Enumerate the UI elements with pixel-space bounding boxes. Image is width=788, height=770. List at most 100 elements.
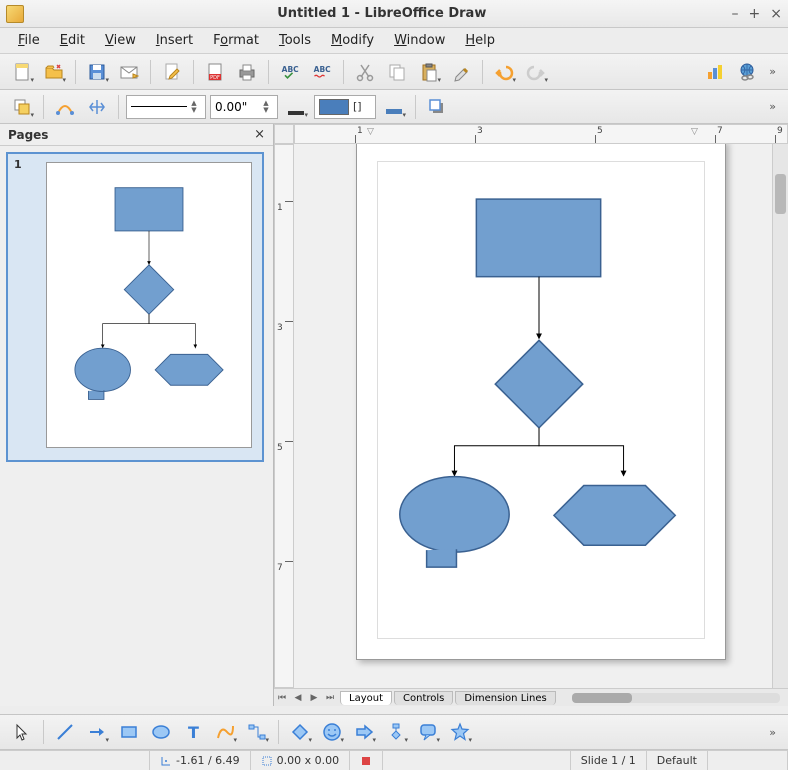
menu-tools[interactable]: Tools: [271, 30, 319, 51]
canvas-viewport[interactable]: [294, 144, 772, 688]
line-width-input[interactable]: 0.00" ▲▼: [210, 95, 278, 119]
flowchart-preparation-shape[interactable]: [554, 486, 675, 546]
pages-panel-body[interactable]: 1: [0, 146, 273, 706]
line-tool[interactable]: [51, 718, 79, 746]
line-style-preview: [131, 106, 187, 107]
scrollbar-thumb[interactable]: [572, 693, 632, 703]
separator: [343, 60, 344, 84]
horizontal-ruler-row: ▽ ▽ 1 1 3 5 7 9: [274, 124, 788, 144]
arrange-button[interactable]: [8, 93, 36, 121]
page-thumbnail[interactable]: 1: [6, 152, 264, 462]
drawing-page[interactable]: [356, 144, 726, 660]
tab-dimension-lines[interactable]: Dimension Lines: [455, 691, 555, 705]
rectangle-icon: [119, 722, 139, 742]
email-button[interactable]: [115, 58, 143, 86]
spellcheck-button[interactable]: ABC: [276, 58, 304, 86]
curve-tool[interactable]: [211, 718, 239, 746]
edit-points-button[interactable]: [51, 93, 79, 121]
glue-points-button[interactable]: [83, 93, 111, 121]
ellipse-tool[interactable]: [147, 718, 175, 746]
arrow-tool[interactable]: [83, 718, 111, 746]
select-tool[interactable]: [8, 718, 36, 746]
pages-panel-close[interactable]: ×: [254, 127, 265, 142]
toolbar-overflow[interactable]: »: [765, 100, 780, 113]
menu-help[interactable]: Help: [457, 30, 503, 51]
hyperlink-button[interactable]: [733, 58, 761, 86]
tab-nav-next[interactable]: ▶: [306, 690, 322, 706]
callouts-tool[interactable]: [414, 718, 442, 746]
minimize-button[interactable]: –: [732, 6, 739, 22]
block-arrows-tool[interactable]: [350, 718, 378, 746]
paste-button[interactable]: [415, 58, 443, 86]
undo-button[interactable]: [490, 58, 518, 86]
horizontal-ruler[interactable]: ▽ ▽ 1 1 3 5 7 9: [294, 124, 788, 144]
menu-file[interactable]: File: [10, 30, 48, 51]
line-color-button[interactable]: [282, 93, 310, 121]
flowchart-callout-shape[interactable]: [400, 477, 509, 553]
app-icon: [6, 5, 24, 23]
menu-modify[interactable]: Modify: [323, 30, 382, 51]
tab-nav-last[interactable]: ⏭: [322, 690, 338, 706]
print-button[interactable]: [233, 58, 261, 86]
menu-window[interactable]: Window: [386, 30, 453, 51]
separator: [482, 60, 483, 84]
flowchart-drawing[interactable]: [357, 144, 725, 659]
ruler-corner: [274, 124, 294, 144]
flowchart-callout-tail[interactable]: [427, 549, 457, 567]
menu-bar: File Edit View Insert Format Tools Modif…: [0, 28, 788, 54]
cut-button[interactable]: [351, 58, 379, 86]
tab-nav-prev[interactable]: ◀: [290, 690, 306, 706]
status-bar: -1.61 / 6.49 0.00 x 0.00 Slide 1 / 1 Def…: [0, 750, 788, 770]
area-style-selector[interactable]: []: [314, 95, 376, 119]
tab-nav-first[interactable]: ⏮: [274, 690, 290, 706]
chart-button[interactable]: [701, 58, 729, 86]
rectangle-tool[interactable]: [115, 718, 143, 746]
line-style-selector[interactable]: ▲▼: [126, 95, 206, 119]
toolbar-overflow[interactable]: »: [765, 65, 780, 78]
menu-insert[interactable]: Insert: [148, 30, 201, 51]
print-icon: [237, 62, 257, 82]
edit-file-button[interactable]: [158, 58, 186, 86]
format-paintbrush-button[interactable]: [447, 58, 475, 86]
connector[interactable]: [454, 428, 539, 476]
folder-open-icon: [44, 62, 64, 82]
vertical-ruler[interactable]: 1 1 3 5 7: [274, 144, 294, 688]
menu-format[interactable]: Format: [205, 30, 267, 51]
status-slide[interactable]: Slide 1 / 1: [571, 751, 647, 770]
save-button[interactable]: [83, 58, 111, 86]
flowchart-tool[interactable]: [382, 718, 410, 746]
export-pdf-button[interactable]: PDF: [201, 58, 229, 86]
text-tool[interactable]: T: [179, 718, 207, 746]
toolbar-overflow[interactable]: »: [765, 726, 780, 739]
redo-button[interactable]: [522, 58, 550, 86]
tab-controls[interactable]: Controls: [394, 691, 453, 705]
symbol-shapes-tool[interactable]: [318, 718, 346, 746]
copy-button[interactable]: [383, 58, 411, 86]
shadow-button[interactable]: [423, 93, 451, 121]
connector[interactable]: [539, 428, 624, 476]
open-button[interactable]: [40, 58, 68, 86]
vertical-scrollbar[interactable]: [772, 144, 788, 688]
scrollbar-thumb[interactable]: [775, 174, 786, 214]
area-style-label: []: [353, 100, 362, 113]
block-arrow-icon: [354, 722, 374, 742]
close-button[interactable]: ×: [770, 6, 782, 22]
auto-spellcheck-button[interactable]: ABC: [308, 58, 336, 86]
basic-shapes-tool[interactable]: [286, 718, 314, 746]
new-document-button[interactable]: [8, 58, 36, 86]
menu-view[interactable]: View: [97, 30, 144, 51]
flowchart-process-shape[interactable]: [476, 199, 600, 277]
callout-icon: [418, 722, 438, 742]
menu-edit[interactable]: Edit: [52, 30, 93, 51]
connector-tool[interactable]: [243, 718, 271, 746]
modified-icon: [360, 755, 372, 767]
flowchart-decision-shape[interactable]: [495, 340, 583, 428]
maximize-button[interactable]: +: [749, 6, 761, 22]
tab-layout[interactable]: Layout: [340, 691, 392, 705]
status-page-style[interactable]: Default: [647, 751, 708, 770]
stars-tool[interactable]: [446, 718, 474, 746]
area-fill-button[interactable]: [380, 93, 408, 121]
arrange-icon: [12, 97, 32, 117]
cursor-icon: [12, 722, 32, 742]
horizontal-scrollbar[interactable]: [572, 693, 780, 703]
